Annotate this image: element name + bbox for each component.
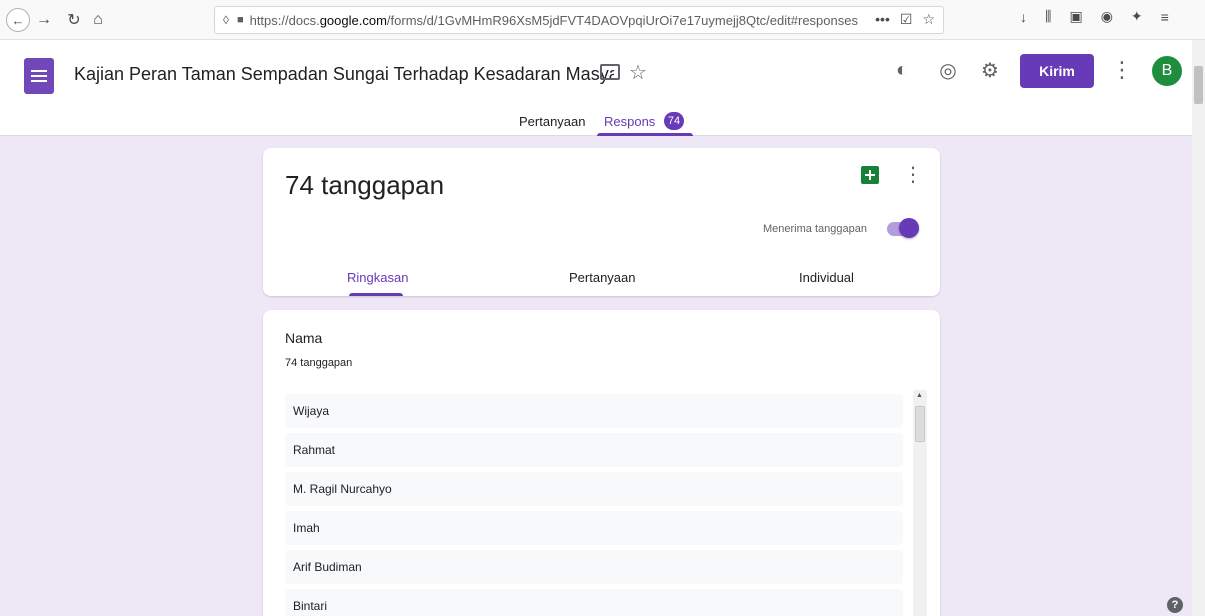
answer-list-scrollbar[interactable]: ▲: [913, 390, 927, 616]
list-item: M. Ragil Nurcahyo: [285, 472, 903, 506]
subtab-summary[interactable]: Ringkasan: [347, 270, 408, 285]
list-item: Imah: [285, 511, 903, 545]
shield-icon[interactable]: ◊: [223, 13, 229, 27]
tab-active-indicator: [597, 133, 693, 136]
download-icon[interactable]: ↓: [1020, 9, 1027, 25]
form-tabs: Pertanyaan Respons 74: [0, 104, 1192, 136]
toggle-knob[interactable]: [899, 218, 919, 238]
response-count-title: 74 tanggapan: [285, 170, 445, 200]
library-icon[interactable]: ⫼: [1045, 8, 1051, 25]
forms-logo-icon[interactable]: [24, 58, 54, 94]
form-title[interactable]: Kajian Peran Taman Sempadan Sungai Terha…: [74, 64, 614, 85]
bookmark-star-icon[interactable]: ☆: [922, 11, 935, 28]
list-item: Bintari: [285, 589, 903, 616]
menu-icon[interactable]: ≡: [1161, 9, 1169, 25]
send-button[interactable]: Kirim: [1020, 54, 1094, 88]
pocket-icon[interactable]: ☑: [900, 11, 913, 28]
account-icon[interactable]: ◉: [1101, 8, 1113, 25]
subtab-active-indicator: [349, 293, 403, 296]
preview-eye-icon[interactable]: ◎: [936, 58, 960, 82]
responses-count-badge: 74: [664, 112, 684, 130]
help-icon[interactable]: ?: [1167, 597, 1183, 613]
list-item: Wijaya: [285, 394, 903, 428]
more-vert-icon[interactable]: ⋮: [1110, 57, 1134, 82]
responses-summary-card: 74 tanggapan ⋮ Menerima tanggapan Ringka…: [263, 148, 940, 296]
lock-icon[interactable]: ■: [237, 14, 244, 26]
page-actions-icon[interactable]: •••: [875, 11, 890, 28]
accepting-responses-label: Menerima tanggapan: [763, 223, 867, 235]
url-bar[interactable]: ◊ ■ https://docs.google.com/forms/d/1GvM…: [214, 6, 944, 34]
extension-icon[interactable]: ✦: [1131, 8, 1143, 25]
scroll-up-icon[interactable]: ▲: [916, 392, 923, 399]
folder-icon[interactable]: [600, 64, 620, 80]
star-icon[interactable]: ☆: [629, 60, 647, 85]
back-arrow-icon[interactable]: ←: [6, 8, 30, 32]
settings-gear-icon[interactable]: ⚙: [978, 58, 1002, 82]
sidebar-icon[interactable]: ▣: [1069, 8, 1082, 25]
tab-questions[interactable]: Pertanyaan: [519, 114, 586, 129]
list-item: Rahmat: [285, 433, 903, 467]
subtab-question[interactable]: Pertanyaan: [569, 270, 636, 285]
page-scrollbar[interactable]: [1192, 40, 1205, 616]
sheets-icon[interactable]: [861, 166, 879, 184]
avatar[interactable]: B: [1152, 56, 1182, 86]
form-header: Kajian Peran Taman Sempadan Sungai Terha…: [0, 40, 1192, 136]
question-summary-card: Nama 74 tanggapan Wijaya Rahmat M. Ragil…: [263, 310, 940, 616]
list-item: Arif Budiman: [285, 550, 903, 584]
answer-list: Wijaya Rahmat M. Ragil Nurcahyo Imah Ari…: [285, 394, 903, 616]
url-text: https://docs.google.com/forms/d/1GvMHmR9…: [249, 12, 858, 28]
reload-icon[interactable]: ↻: [62, 8, 86, 32]
browser-toolbar: ← → ↻ ⌂ ◊ ■ https://docs.google.com/form…: [0, 0, 1205, 40]
home-icon[interactable]: ⌂: [86, 8, 110, 32]
tab-responses[interactable]: Respons: [604, 114, 655, 129]
palette-icon[interactable]: ◐: [890, 58, 914, 82]
question-title: Nama: [285, 330, 323, 346]
forward-arrow-icon[interactable]: →: [32, 8, 56, 32]
question-response-count: 74 tanggapan: [285, 357, 353, 369]
more-vert-icon[interactable]: ⋮: [903, 162, 923, 187]
subtab-individual[interactable]: Individual: [799, 270, 854, 285]
